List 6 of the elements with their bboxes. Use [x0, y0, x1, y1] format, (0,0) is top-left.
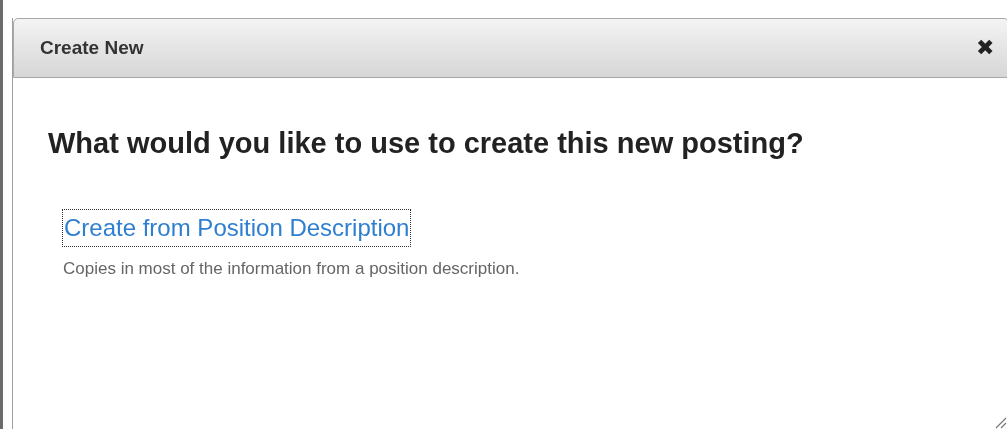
dialog-title: Create New	[40, 35, 144, 60]
option-link[interactable]: Create from Position Description	[63, 210, 411, 246]
resize-grip-icon	[993, 415, 1007, 429]
option-description: Copies in most of the information from a position description.	[63, 258, 520, 280]
dialog-heading: What would you like to use to create this new posting?	[48, 126, 805, 161]
close-button[interactable]: ✖	[972, 37, 998, 59]
